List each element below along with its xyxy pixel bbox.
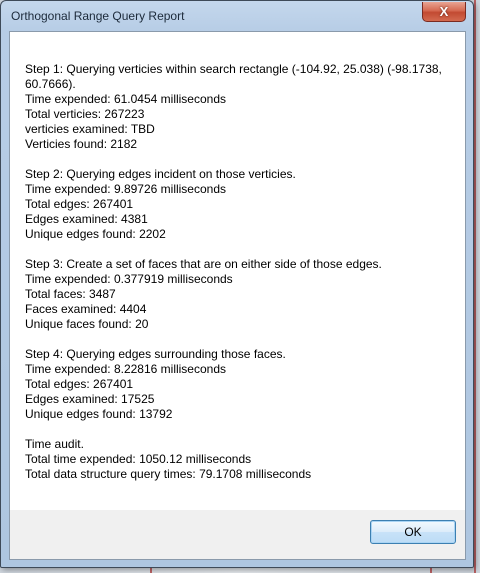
ok-button[interactable]: OK [370, 520, 456, 544]
report-line: Time expended: 61.0454 milliseconds [25, 92, 227, 106]
close-icon: X [439, 4, 449, 19]
report-line: Faces examined: 4404 [25, 302, 147, 316]
title-bar[interactable]: Orthogonal Range Query Report X [1, 1, 473, 31]
report-line: Total faces: 3487 [25, 287, 116, 301]
report-line: Verticies found: 2182 [25, 137, 138, 151]
map-road-line [474, 0, 476, 573]
close-button[interactable]: X [422, 2, 466, 22]
report-section: Step 4: Querying edges surrounding those… [25, 347, 455, 422]
report-section: Time audit. Total time expended: 1050.12 … [25, 437, 455, 482]
report-section: Step 1: Querying verticies within search… [25, 62, 455, 152]
report-line: Unique edges found: 13792 [25, 407, 173, 421]
report-line: Total verticies: 267223 [25, 107, 145, 121]
report-line: Time expended: 0.377919 milliseconds [25, 272, 233, 286]
report-line: verticies examined: TBD [25, 122, 155, 136]
section-heading: Step 2: Querying edges incident on those… [25, 167, 296, 181]
section-heading: Step 1: Querying verticies within search… [25, 62, 442, 91]
report-line: Time expended: 9.89726 milliseconds [25, 182, 227, 196]
report-line: Edges examined: 4381 [25, 212, 148, 226]
report-line: Unique edges found: 2202 [25, 227, 166, 241]
dialog-client-area: Step 1: Querying verticies within search… [9, 31, 466, 560]
report-line: Unique faces found: 20 [25, 317, 149, 331]
report-line: Total time expended: 1050.12 millisecond… [25, 452, 252, 466]
section-heading: Time audit. [25, 437, 84, 451]
report-text: Step 1: Querying verticies within search… [25, 62, 455, 497]
report-section: Step 3: Create a set of faces that are o… [25, 257, 455, 332]
report-line: Total edges: 267401 [25, 377, 134, 391]
report-dialog: Orthogonal Range Query Report X Step 1: … [0, 0, 474, 568]
report-panel: Step 1: Querying verticies within search… [10, 32, 465, 510]
dialog-title: Orthogonal Range Query Report [11, 9, 185, 23]
section-heading: Step 3: Create a set of faces that are o… [25, 257, 382, 271]
report-line: Total edges: 267401 [25, 197, 134, 211]
report-section: Step 2: Querying edges incident on those… [25, 167, 455, 242]
report-line: Edges examined: 17525 [25, 392, 155, 406]
section-heading: Step 4: Querying edges surrounding those… [25, 347, 286, 361]
report-line: Total data structure query times: 79.170… [25, 467, 312, 481]
report-line: Time expended: 8.22816 milliseconds [25, 362, 227, 376]
